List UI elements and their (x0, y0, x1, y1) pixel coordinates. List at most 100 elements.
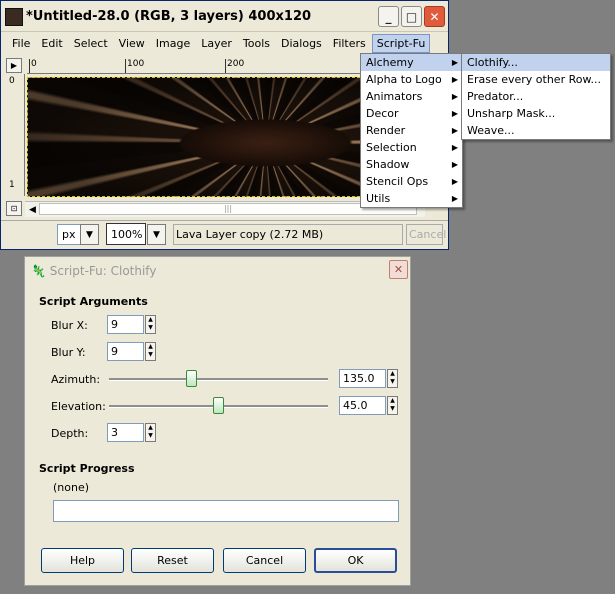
menu-view[interactable]: View (114, 34, 150, 53)
ruler-label: 1 (9, 180, 15, 190)
menu-item-shadow[interactable]: Shadow ▶ (361, 156, 462, 173)
alchemy-submenu: Clothify... Erase every other Row... Pre… (461, 53, 611, 140)
cancel-button[interactable]: Cancel (406, 224, 446, 245)
depth-label: Depth: (51, 427, 89, 440)
progress-status: (none) (53, 481, 90, 494)
menu-item-label: Stencil Ops (366, 175, 429, 188)
ruler-tick (225, 59, 226, 73)
cancel-button[interactable]: Cancel (223, 548, 306, 573)
ruler-label: 0 (9, 76, 15, 86)
script-fu-menu: Alchemy ▶ Alpha to Logo ▶ Animators ▶ Decor… (360, 53, 463, 208)
menu-tools[interactable]: Tools (238, 34, 275, 53)
elevation-input[interactable]: 45.0 (339, 396, 386, 415)
clothify-dialog: 🦎 Script-Fu: Clothify ✕ Script Arguments… (24, 256, 411, 586)
blur-y-input[interactable]: 9 (107, 342, 144, 361)
menu-image[interactable]: Image (151, 34, 195, 53)
menu-item-utils[interactable]: Utils ▶ (361, 190, 462, 207)
elevation-label: Elevation: (51, 400, 106, 413)
submenu-arrow-icon: ▶ (451, 92, 458, 101)
zoom-field[interactable]: 100% (106, 223, 146, 245)
submenu-arrow-icon: ▶ (451, 160, 458, 169)
dialog-title-text: Script-Fu: Clothify (49, 264, 157, 278)
menu-filters[interactable]: Filters (328, 34, 371, 53)
script-arguments-heading: Script Arguments (39, 295, 148, 308)
menu-item-selection[interactable]: Selection ▶ (361, 139, 462, 156)
minimize-button[interactable]: _ (378, 6, 399, 27)
menu-item-weave[interactable]: Weave... (462, 122, 610, 139)
depth-spin-icon[interactable]: ▲ ▼ (145, 423, 156, 442)
ruler-label: 0 (31, 59, 37, 69)
menu-item-label: Alchemy (366, 56, 414, 69)
menu-item-label: Render (366, 124, 406, 137)
menu-item-label: Selection (366, 141, 417, 154)
elevation-slider-thumb[interactable] (212, 397, 224, 414)
gimp-icon: 🦎 (31, 264, 50, 278)
menu-bar: File Edit Select View Image Layer Tools … (1, 32, 448, 54)
depth-input[interactable]: 3 (107, 423, 144, 442)
menu-dialogs[interactable]: Dialogs (276, 34, 327, 53)
menu-item-unsharp-mask[interactable]: Unsharp Mask... (462, 105, 610, 122)
submenu-arrow-icon: ▶ (451, 109, 458, 118)
navigate-icon[interactable]: ⊡ (6, 201, 22, 216)
status-message: Lava Layer copy (2.72 MB) (173, 224, 403, 245)
ok-button[interactable]: OK (314, 548, 397, 573)
submenu-arrow-icon: ▶ (451, 177, 458, 186)
menu-item-label: Animators (366, 90, 423, 103)
menu-item-animators[interactable]: Animators ▶ (361, 88, 462, 105)
image-thumbnail-icon (5, 8, 23, 26)
menu-script-fu[interactable]: Script-Fu (371, 33, 431, 53)
menu-item-label: Alpha to Logo (366, 73, 442, 86)
blur-x-spin-icon[interactable]: ▲ ▼ (145, 315, 156, 334)
menu-item-label: Decor (366, 107, 399, 120)
progress-bar (53, 500, 399, 522)
scroll-left-icon[interactable]: ◀ (25, 202, 40, 217)
script-progress-heading: Script Progress (39, 462, 135, 475)
menu-item-erase-rows[interactable]: Erase every other Row... (462, 71, 610, 88)
quick-mask-icon[interactable]: ▶ (6, 58, 22, 73)
ruler-tick (29, 59, 30, 73)
window-title: *Untitled-28.0 (RGB, 3 layers) 400x120 (26, 9, 312, 24)
ruler-tick (125, 59, 126, 73)
menu-item-label: Utils (366, 192, 391, 205)
submenu-arrow-icon: ▶ (451, 126, 458, 135)
menu-item-predator[interactable]: Predator... (462, 88, 610, 105)
azimuth-slider-track[interactable] (109, 378, 328, 381)
reset-button[interactable]: Reset (131, 548, 214, 573)
status-bar: px ▼ 100% ▼ Lava Layer copy (2.72 MB) Ca… (1, 220, 448, 249)
menu-item-alchemy[interactable]: Alchemy ▶ (361, 54, 462, 71)
azimuth-slider-thumb[interactable] (186, 370, 198, 387)
maximize-button[interactable]: □ (401, 6, 422, 27)
ruler-label: 100 (127, 59, 145, 69)
submenu-arrow-icon: ▶ (451, 75, 458, 84)
submenu-arrow-icon: ▶ (451, 143, 458, 152)
submenu-arrow-icon: ▶ (451, 58, 458, 67)
menu-layer[interactable]: Layer (196, 34, 237, 53)
blur-x-input[interactable]: 9 (107, 315, 144, 334)
blur-y-label: Blur Y: (51, 346, 86, 359)
dialog-title: 🦎 Script-Fu: Clothify (31, 264, 156, 278)
elevation-spin-icon[interactable]: ▲ ▼ (387, 396, 398, 415)
menu-item-decor[interactable]: Decor ▶ (361, 105, 462, 122)
blur-y-spin-icon[interactable]: ▲ ▼ (145, 342, 156, 361)
menu-item-clothify[interactable]: Clothify... (462, 54, 610, 71)
menu-item-label: Shadow (366, 158, 410, 171)
chevron-down-icon[interactable]: ▼ (147, 224, 166, 245)
menu-item-stencil-ops[interactable]: Stencil Ops ▶ (361, 173, 462, 190)
azimuth-spin-icon[interactable]: ▲ ▼ (387, 369, 398, 388)
close-button[interactable]: ✕ (424, 6, 445, 27)
chevron-down-icon[interactable]: ▼ (80, 224, 99, 245)
title-bar: *Untitled-28.0 (RGB, 3 layers) 400x120 _… (1, 1, 448, 32)
menu-item-render[interactable]: Render ▶ (361, 122, 462, 139)
submenu-arrow-icon: ▶ (451, 194, 458, 203)
menu-file[interactable]: File (7, 34, 35, 53)
blur-x-label: Blur X: (51, 319, 88, 332)
vertical-ruler: 0 1 (6, 74, 25, 196)
azimuth-input[interactable]: 135.0 (339, 369, 386, 388)
menu-item-alpha-to-logo[interactable]: Alpha to Logo ▶ (361, 71, 462, 88)
ruler-label: 200 (227, 59, 245, 69)
close-icon[interactable]: ✕ (389, 260, 408, 279)
menu-select[interactable]: Select (69, 34, 113, 53)
help-button[interactable]: Help (41, 548, 124, 573)
menu-edit[interactable]: Edit (36, 34, 67, 53)
azimuth-label: Azimuth: (51, 373, 101, 386)
